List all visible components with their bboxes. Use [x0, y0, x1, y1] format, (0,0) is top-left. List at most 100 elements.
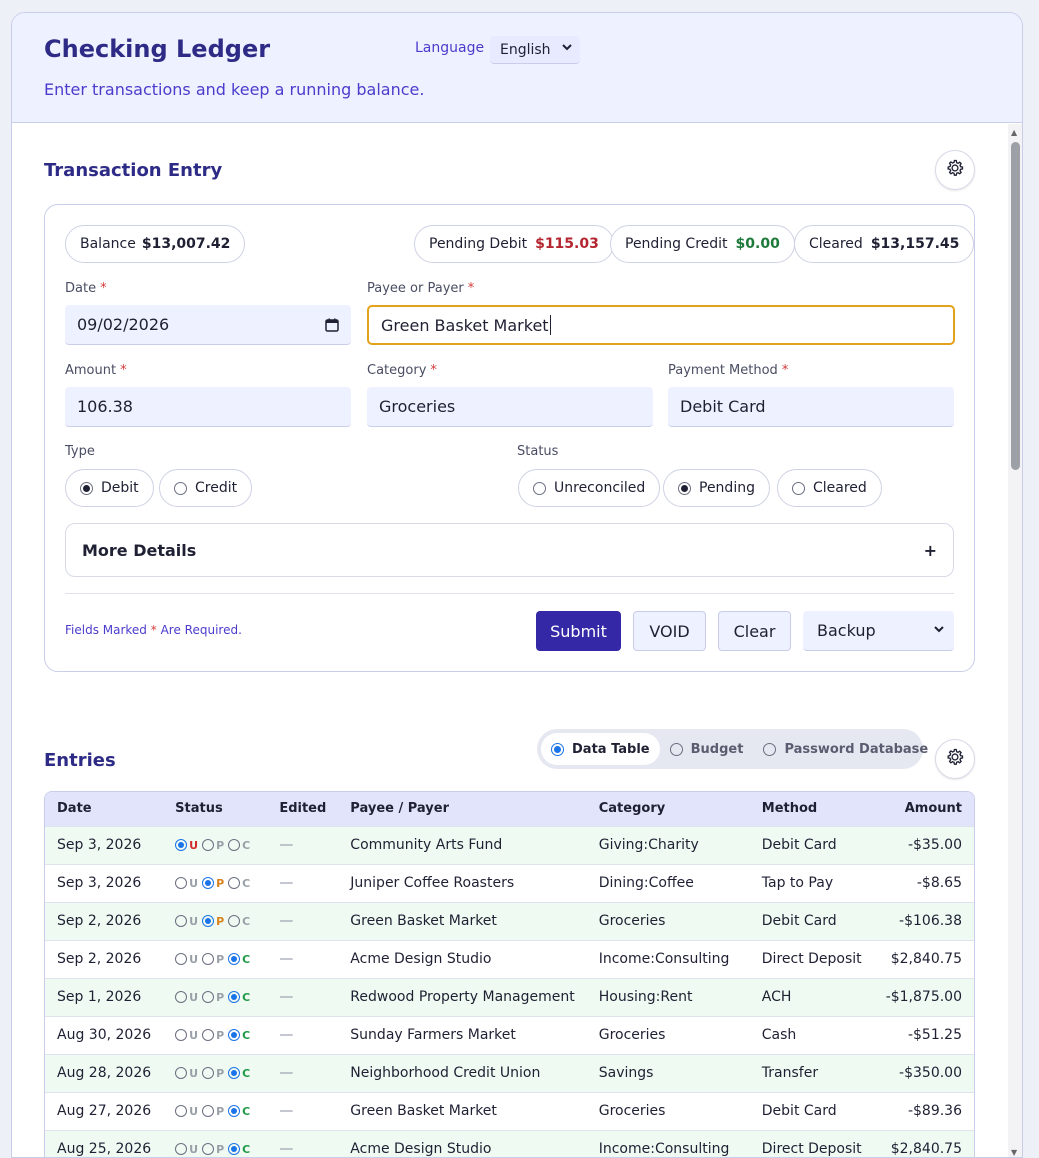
category-input[interactable]: Groceries: [367, 387, 653, 427]
required-note-suffix: Are Required.: [160, 623, 242, 637]
status-radio-u[interactable]: [175, 839, 188, 851]
status-radio-u[interactable]: [175, 1143, 188, 1156]
status-radio-c[interactable]: [228, 1143, 241, 1156]
gear-icon: [945, 158, 965, 182]
view-budget-label: Budget: [690, 741, 744, 757]
col-date[interactable]: Date: [45, 792, 163, 826]
col-payee[interactable]: Payee / Payer: [338, 792, 586, 826]
cell-method: Direct Deposit: [761, 1141, 862, 1158]
status-cleared-radio[interactable]: Cleared: [777, 469, 882, 507]
status-radio-c[interactable]: [228, 877, 241, 889]
status-radio-u[interactable]: [175, 915, 188, 927]
cell-edited: —: [279, 1027, 294, 1043]
status-radio-p[interactable]: [202, 1029, 215, 1041]
status-radio-p[interactable]: [202, 839, 215, 851]
status-radio-p[interactable]: [202, 915, 215, 927]
status-radio-p[interactable]: [202, 1143, 215, 1156]
transaction-entry-card: Balance $13,007.42 Pending Debit $115.03…: [44, 204, 975, 672]
status-radio-p[interactable]: [202, 1105, 215, 1117]
table-row[interactable]: Aug 28, 2026 U P C — Neighborhood Credit Unio…: [45, 1054, 974, 1092]
date-input[interactable]: 09/02/2026: [65, 305, 351, 345]
table-row[interactable]: Sep 1, 2026 U P C — Redwood Property Manageme…: [45, 978, 974, 1016]
amount-input[interactable]: 106.38: [65, 387, 351, 427]
status-letter-p: P: [216, 990, 225, 1004]
status-unreconciled-radio[interactable]: Unreconciled: [518, 469, 661, 507]
col-amount[interactable]: Amount: [874, 792, 974, 826]
gear-icon: [945, 747, 965, 771]
col-category[interactable]: Category: [587, 792, 750, 826]
status-letter-c: C: [242, 952, 251, 966]
submit-button[interactable]: Submit: [536, 611, 621, 651]
table-row[interactable]: Aug 25, 2026 U P C — Acme Design Studio Income…: [45, 1130, 974, 1158]
status-letter-c: C: [242, 1142, 251, 1156]
status-letter-p: P: [216, 838, 225, 852]
cell-status: UPC: [163, 864, 267, 902]
required-note-prefix: Fields Marked: [65, 623, 147, 637]
date-label-text: Date: [65, 281, 97, 296]
cell-method: Debit Card: [761, 1103, 837, 1119]
status-radio-u[interactable]: [175, 877, 188, 889]
text-cursor: [549, 315, 551, 335]
type-credit-radio[interactable]: Credit: [159, 469, 253, 507]
scrollbar[interactable]: ▲ ▼: [1008, 124, 1022, 1157]
table-row[interactable]: Sep 3, 2026 U P C — Community Arts Fund Giving…: [45, 826, 974, 864]
clear-button[interactable]: Clear: [718, 611, 791, 651]
scroll-up-icon[interactable]: ▲: [1011, 128, 1017, 137]
status-radio-c[interactable]: [228, 1105, 241, 1117]
status-radio-u[interactable]: [175, 1029, 188, 1041]
payee-input[interactable]: Green Basket Market: [367, 305, 955, 345]
col-method[interactable]: Method: [750, 792, 874, 826]
col-edited[interactable]: Edited: [267, 792, 338, 826]
status-radio-p[interactable]: [202, 1067, 215, 1079]
more-details-toggle[interactable]: More Details +: [65, 523, 954, 577]
status-radio-u[interactable]: [175, 953, 188, 965]
type-credit-label: Credit: [195, 480, 238, 496]
table-row[interactable]: Aug 30, 2026 U P C — Sunday Farmers Market Gro…: [45, 1016, 974, 1054]
void-button[interactable]: VOID: [633, 611, 706, 651]
table-row[interactable]: Aug 27, 2026 U P C — Green Basket Market Groce…: [45, 1092, 974, 1130]
status-letter-u: U: [189, 952, 199, 966]
status-radio-c[interactable]: [228, 1029, 241, 1041]
required-star: *: [100, 281, 107, 296]
status-radio-u[interactable]: [175, 1067, 188, 1079]
table-row[interactable]: Sep 2, 2026 U P C — Green Basket Market Grocer…: [45, 902, 974, 940]
cell-status: UPC: [163, 940, 267, 978]
type-debit-radio[interactable]: Debit: [65, 469, 154, 507]
status-radio-u[interactable]: [175, 1105, 188, 1117]
calendar-icon[interactable]: [325, 317, 339, 336]
view-budget[interactable]: Budget: [660, 733, 754, 765]
main-scroll-region[interactable]: Transaction Entry Balance $13,007.42 Pen…: [12, 124, 1007, 1158]
status-pending-radio[interactable]: Pending: [663, 469, 770, 507]
status-radio-c[interactable]: [228, 953, 241, 965]
language-select[interactable]: English: [490, 36, 580, 64]
status-radio-c[interactable]: [228, 915, 241, 927]
cell-status: UPC: [163, 902, 267, 940]
status-radio-c[interactable]: [228, 1067, 241, 1079]
required-note-star: *: [150, 623, 157, 637]
cell-payee: Green Basket Market: [350, 913, 497, 929]
status-radio-u[interactable]: [175, 991, 188, 1003]
status-radio-c[interactable]: [228, 991, 241, 1003]
status-radio-p[interactable]: [202, 991, 215, 1003]
scroll-down-icon[interactable]: ▼: [1011, 1148, 1017, 1157]
status-radio-p[interactable]: [202, 953, 215, 965]
col-status[interactable]: Status: [163, 792, 267, 826]
payment-method-input[interactable]: Debit Card: [668, 387, 954, 427]
status-radio-c[interactable]: [228, 839, 241, 851]
scrollbar-thumb[interactable]: [1011, 142, 1020, 470]
view-data-table[interactable]: Data Table: [541, 733, 660, 765]
cell-amount: $2,840.75: [890, 1141, 962, 1158]
status-letter-u: U: [189, 1142, 199, 1156]
cell-method: Direct Deposit: [761, 951, 862, 967]
cleared-pill: Cleared $13,157.45: [794, 225, 975, 263]
cell-edited: —: [279, 1141, 294, 1158]
status-radio-p[interactable]: [202, 877, 215, 889]
backup-select[interactable]: Backup: [803, 611, 954, 651]
required-star: *: [781, 363, 789, 378]
status-letter-c: C: [242, 1066, 251, 1080]
table-row[interactable]: Sep 2, 2026 U P C — Acme Design Studio Income:…: [45, 940, 974, 978]
view-password-database[interactable]: Password Database: [753, 733, 938, 765]
entries-settings-button[interactable]: [935, 739, 975, 779]
table-row[interactable]: Sep 3, 2026 U P C — Juniper Coffee Roasters Di…: [45, 864, 974, 902]
entry-settings-button[interactable]: [935, 150, 975, 190]
